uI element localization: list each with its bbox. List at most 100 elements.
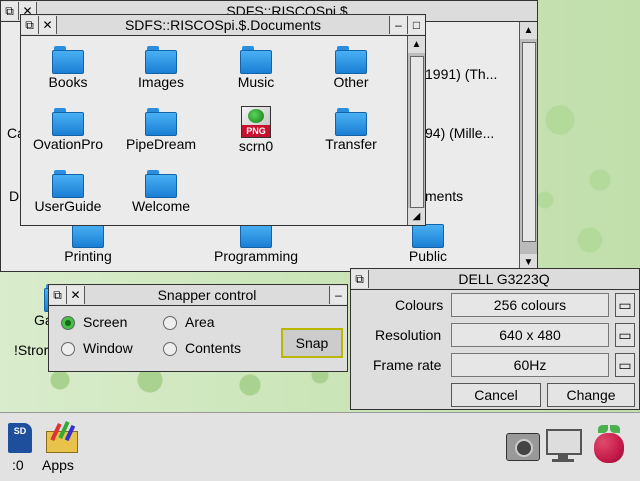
raspberry-pi-icon[interactable] — [592, 425, 626, 465]
radio-screen[interactable]: Screen — [61, 314, 127, 331]
radio-label: Window — [83, 340, 133, 356]
display-monitor-icon[interactable] — [546, 429, 582, 463]
snapper-content: Screen Area Window Contents Snap — [49, 306, 347, 371]
toggle-size-icon[interactable]: □ — [407, 16, 425, 34]
globe-icon — [248, 109, 264, 123]
folder-programming[interactable]: Programming — [211, 220, 301, 264]
folder-label: Music — [237, 74, 275, 90]
folder-label: Public — [408, 248, 448, 264]
folder-ovationpro[interactable]: OvationPro — [23, 108, 113, 152]
window-title: DELL G3223Q — [458, 271, 550, 287]
folder-label: Other — [333, 74, 369, 90]
folder-icon — [335, 108, 367, 136]
colours-field: 256 colours — [451, 293, 609, 317]
iconise-icon[interactable]: – — [389, 16, 407, 34]
folder-icon — [52, 46, 84, 74]
folder-icon — [52, 108, 84, 136]
left-edge-label: D — [9, 188, 20, 204]
peek-label: 94) (Mille... — [425, 125, 495, 141]
radio-contents[interactable]: Contents — [163, 340, 242, 357]
file-label: scrn0 — [238, 138, 274, 154]
folder-icon — [145, 46, 177, 74]
snap-button[interactable]: Snap — [281, 328, 343, 358]
apps-icon[interactable] — [44, 420, 78, 453]
snapper-camera-icon[interactable] — [506, 433, 540, 461]
back-icon[interactable]: ⧉ — [49, 286, 67, 304]
back-icon[interactable]: ⧉ — [351, 270, 369, 288]
close-icon[interactable]: ✕ — [67, 286, 85, 304]
radio-off-icon — [163, 316, 177, 331]
sd-card-icon[interactable]: SD — [8, 423, 32, 453]
resolution-field: 640 x 480 — [451, 323, 609, 347]
scroll-up-icon[interactable]: ▲ — [520, 22, 537, 39]
display-content: Colours 256 colours ▭ Resolution 640 x 4… — [351, 290, 639, 409]
scroll-up-icon[interactable]: ▲ — [408, 36, 425, 53]
folder-icon — [335, 46, 367, 74]
radio-label: Area — [185, 314, 215, 330]
folder-icon — [145, 170, 177, 198]
window-title: SDFS::RISCOSpi.$.Documents — [124, 17, 322, 33]
folder-label: Printing — [64, 248, 112, 264]
folder-public[interactable]: Public — [383, 220, 473, 264]
folder-label: OvationPro — [32, 136, 104, 152]
colours-label: Colours — [395, 297, 444, 313]
folder-userguide[interactable]: UserGuide — [23, 170, 113, 214]
desktop-label: !Stror — [14, 342, 49, 358]
snapper-window[interactable]: ⧉ ✕ Snapper control – Screen Area Window… — [48, 284, 348, 372]
folder-music[interactable]: Music — [211, 46, 301, 90]
scroll-thumb[interactable] — [410, 56, 424, 208]
sd-badge: SD — [13, 426, 27, 436]
root-scrollbar[interactable]: ▲ ▼ — [519, 22, 537, 271]
folder-label: PipeDream — [125, 136, 197, 152]
colours-menu-icon[interactable]: ▭ — [615, 293, 635, 317]
documents-scrollbar[interactable]: ▲ ◢ — [407, 36, 425, 225]
radio-window[interactable]: Window — [61, 340, 133, 357]
folder-welcome[interactable]: Welcome — [116, 170, 206, 214]
folder-books[interactable]: Books — [23, 46, 113, 90]
resolution-label: Resolution — [375, 327, 442, 343]
folder-label: Images — [138, 74, 184, 90]
peek-label: ments — [425, 188, 464, 204]
radio-off-icon — [163, 342, 177, 357]
resolution-menu-icon[interactable]: ▭ — [615, 323, 635, 347]
folder-pipedream[interactable]: PipeDream — [116, 108, 206, 152]
documents-title-bar[interactable]: ⧉ ✕ SDFS::RISCOSpi.$.Documents – □ — [21, 15, 425, 36]
folder-label: Transfer — [325, 136, 377, 152]
radio-area[interactable]: Area — [163, 314, 215, 331]
window-title: Snapper control — [157, 287, 257, 303]
framerate-field: 60Hz — [451, 353, 609, 377]
png-badge: PNG — [242, 125, 270, 137]
sd-drive-label: :0 — [12, 457, 24, 473]
resize-icon[interactable]: ◢ — [408, 208, 425, 225]
folder-label: Welcome — [131, 198, 191, 214]
peek-label: 1991) (Th... — [425, 66, 498, 82]
display-title-bar[interactable]: ⧉ DELL G3223Q — [351, 269, 639, 290]
documents-filer-window[interactable]: ⧉ ✕ SDFS::RISCOSpi.$.Documents – □ Books… — [20, 14, 426, 226]
framerate-menu-icon[interactable]: ▭ — [615, 353, 635, 377]
radio-label: Contents — [185, 340, 242, 356]
folder-images[interactable]: Images — [116, 46, 206, 90]
folder-icon — [52, 170, 84, 198]
folder-label: UserGuide — [34, 198, 102, 214]
documents-content: Books Images Music Other OvationPro Pipe… — [21, 36, 407, 225]
folder-icon — [145, 108, 177, 136]
display-window[interactable]: ⧉ DELL G3223Q Colours 256 colours ▭ Reso… — [350, 268, 640, 410]
file-scrn0[interactable]: PNG scrn0 — [211, 106, 301, 154]
close-icon[interactable]: ✕ — [39, 16, 57, 34]
folder-other[interactable]: Other — [306, 46, 396, 90]
scroll-thumb[interactable] — [522, 42, 536, 242]
apps-label: Apps — [42, 457, 74, 473]
snapper-title-bar[interactable]: ⧉ ✕ Snapper control – — [49, 285, 347, 306]
icon-bar: SD :0 Apps — [0, 412, 640, 481]
folder-printing[interactable]: Printing — [43, 220, 133, 264]
framerate-label: Frame rate — [373, 357, 442, 373]
change-button[interactable]: Change — [547, 383, 635, 407]
folder-transfer[interactable]: Transfer — [306, 108, 396, 152]
png-file-icon: PNG — [241, 106, 271, 138]
back-icon[interactable]: ⧉ — [1, 2, 19, 20]
folder-label: Programming — [213, 248, 299, 264]
cancel-button[interactable]: Cancel — [451, 383, 541, 407]
back-icon[interactable]: ⧉ — [21, 16, 39, 34]
iconise-icon[interactable]: – — [329, 286, 347, 304]
radio-off-icon — [61, 342, 75, 357]
